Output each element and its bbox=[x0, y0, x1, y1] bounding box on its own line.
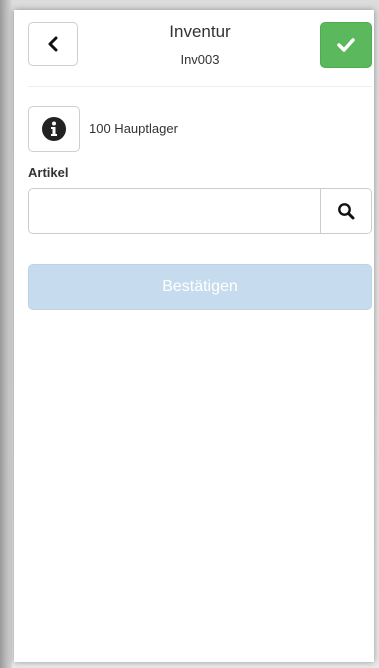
back-button[interactable] bbox=[28, 22, 78, 66]
window-edge bbox=[0, 0, 12, 668]
article-search-button[interactable] bbox=[320, 189, 371, 233]
check-icon bbox=[337, 38, 355, 52]
article-label: Artikel bbox=[28, 165, 69, 180]
article-search-group bbox=[28, 188, 372, 234]
search-icon bbox=[338, 203, 355, 220]
info-circle-icon bbox=[42, 117, 66, 141]
page-subtitle: Inv003 bbox=[180, 52, 220, 67]
chevron-left-icon bbox=[48, 36, 58, 52]
confirm-button[interactable]: Bestätigen bbox=[28, 264, 372, 310]
info-button[interactable] bbox=[28, 106, 80, 152]
page-title: Inventur bbox=[169, 22, 231, 41]
warehouse-label: 100 Hauptlager bbox=[89, 121, 178, 136]
confirm-top-button[interactable] bbox=[320, 22, 372, 68]
header-divider bbox=[28, 86, 372, 87]
article-input[interactable] bbox=[29, 189, 320, 233]
app-screen: Inventur Inv003 100 Hauptlager Artikel B… bbox=[14, 10, 374, 662]
